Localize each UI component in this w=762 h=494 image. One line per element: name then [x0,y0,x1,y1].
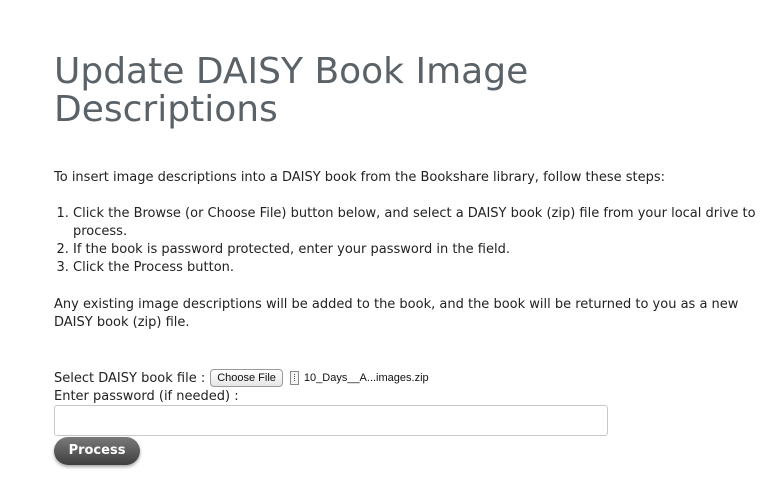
choose-file-button[interactable]: Choose File [210,369,283,387]
steps-list: Click the Browse (or Choose File) button… [54,205,762,277]
page-title: Update DAISY Book Image Descriptions [54,51,529,130]
step-item: Click the Process button. [73,259,762,277]
file-select-row: Select DAISY book file : Choose File 10_… [54,368,429,388]
note-text: Any existing image descriptions will be … [54,297,739,330]
step-item: If the book is password protected, enter… [73,241,762,259]
document-icon [289,371,299,385]
selected-file-name: 10_Days__A...images.zip [303,372,429,384]
password-input[interactable] [54,405,608,436]
password-label: Enter password (if needed) : [54,389,239,404]
step-item: Click the Browse (or Choose File) button… [73,205,762,241]
file-label: Select DAISY book file : [54,370,206,386]
intro-text: To insert image descriptions into a DAIS… [54,170,666,185]
process-button[interactable]: Process [54,437,140,465]
